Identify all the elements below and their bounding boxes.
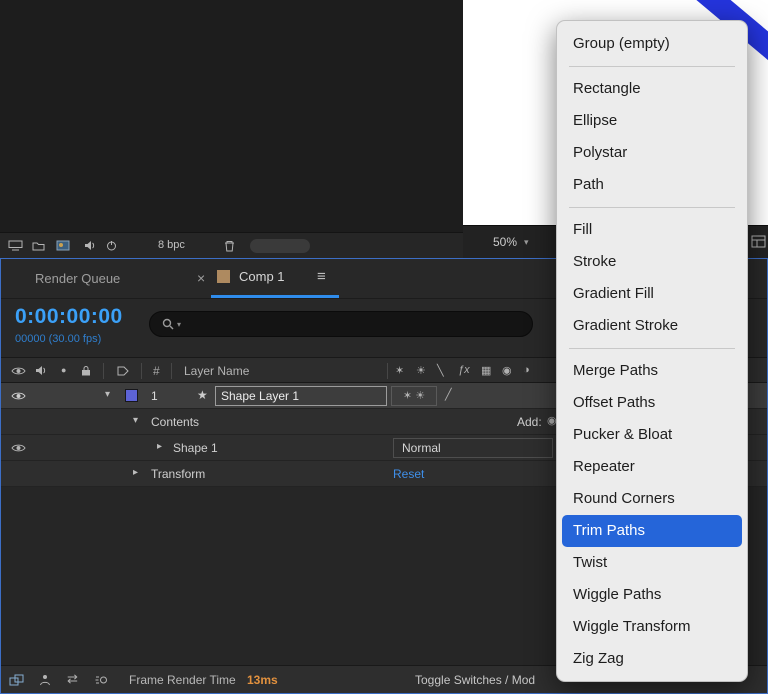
- adjustment-layer-column-icon: ▦: [481, 364, 491, 377]
- audio-icon[interactable]: [84, 240, 96, 251]
- shape-expand-chevron-icon[interactable]: ▸: [157, 441, 162, 452]
- add-label: Add:: [517, 415, 542, 429]
- transform-reset-link[interactable]: Reset: [393, 467, 424, 481]
- layer-name-column-header[interactable]: Layer Name: [184, 364, 249, 378]
- chevron-down-icon: ▾: [524, 237, 529, 248]
- fx-column-icon: ƒx: [458, 364, 470, 376]
- menu-item-offset-paths[interactable]: Offset Paths: [557, 387, 747, 419]
- menu-item-zig-zag[interactable]: Zig Zag: [557, 643, 747, 675]
- video-column-eye-icon: [11, 366, 26, 376]
- layer-color-swatch[interactable]: [125, 389, 138, 402]
- comp-label-swatch: [217, 270, 230, 283]
- after-effects-window: 8 bpc 50% ▾ Render Queue × Comp 1 ≡: [0, 0, 768, 694]
- menu-item-wiggle-transform[interactable]: Wiggle Transform: [557, 611, 747, 643]
- mini-flowchart-icon[interactable]: [9, 674, 24, 686]
- zoom-level-dropdown[interactable]: 50% ▾: [493, 235, 529, 249]
- timeline-search-field[interactable]: ▾: [149, 311, 533, 337]
- audio-column-speaker-icon: [35, 365, 47, 376]
- search-icon: [162, 318, 174, 330]
- shape-layer-star-icon: ★: [197, 388, 208, 402]
- menu-item-stroke[interactable]: Stroke: [557, 246, 747, 278]
- frame-render-time-value: 13ms: [247, 673, 278, 687]
- tab-render-queue[interactable]: Render Queue: [35, 271, 120, 286]
- bit-depth-button[interactable]: 8 bpc: [158, 239, 185, 251]
- menu-item-twist[interactable]: Twist: [557, 547, 747, 579]
- trash-icon[interactable]: [224, 240, 235, 252]
- close-tab-icon[interactable]: ×: [197, 270, 205, 286]
- menu-item-polystar[interactable]: Polystar: [557, 137, 747, 169]
- shy-layers-icon[interactable]: [39, 674, 51, 686]
- column-divider[interactable]: [171, 363, 172, 379]
- menu-item-round-corners[interactable]: Round Corners: [557, 483, 747, 515]
- transform-label: Transform: [151, 467, 205, 481]
- menu-item-group-empty[interactable]: Group (empty): [557, 28, 747, 60]
- quality-column-icon: ╲: [437, 364, 444, 377]
- label-column-tag-icon: [117, 366, 129, 376]
- menu-item-fill[interactable]: Fill: [557, 214, 747, 246]
- footage-thumbnail-icon[interactable]: [56, 240, 70, 251]
- blend-mode-dropdown[interactable]: Normal: [393, 438, 553, 458]
- contents-label: Contents: [151, 415, 199, 429]
- contents-expand-chevron-icon[interactable]: ▾: [133, 415, 138, 426]
- shy-column-icon: ✶: [395, 364, 404, 377]
- layer-switches-box[interactable]: ✶ ☀: [391, 386, 437, 406]
- in-out-columns-icon[interactable]: ⇄: [67, 671, 78, 687]
- menu-item-ellipse[interactable]: Ellipse: [557, 105, 747, 137]
- layer-expand-chevron-icon[interactable]: ▾: [105, 389, 110, 400]
- tab-comp-label: Comp 1: [239, 269, 285, 284]
- new-folder-icon[interactable]: [32, 241, 45, 251]
- active-tab-underline: [211, 295, 339, 298]
- layer-quality-icon[interactable]: ╱: [445, 388, 452, 401]
- lock-column-icon: [81, 365, 91, 376]
- layer-name-field[interactable]: Shape Layer 1: [215, 386, 387, 406]
- menu-separator: [569, 66, 735, 67]
- project-panel-toolbar: 8 bpc: [0, 232, 463, 258]
- motion-blur-icon[interactable]: [95, 674, 109, 686]
- menu-separator: [569, 348, 735, 349]
- shape-menu: Group (empty) RectangleEllipsePolystarPat…: [556, 20, 748, 682]
- layer-visibility-eye-icon[interactable]: [11, 391, 26, 401]
- zoom-level-value: 50%: [493, 235, 517, 249]
- layer-index: 1: [151, 389, 158, 403]
- frame-info-label: 00000 (30.00 fps): [15, 333, 101, 345]
- panel-menu-icon[interactable]: ≡: [317, 268, 326, 285]
- interpret-footage-icon[interactable]: [8, 240, 23, 251]
- column-divider[interactable]: [141, 363, 142, 379]
- menu-item-gradient-stroke[interactable]: Gradient Stroke: [557, 310, 747, 342]
- column-divider[interactable]: [387, 363, 388, 379]
- menu-item-merge-paths[interactable]: Merge Paths: [557, 355, 747, 387]
- solo-column-icon: ●: [61, 365, 66, 375]
- menu-item-rectangle[interactable]: Rectangle: [557, 73, 747, 105]
- current-time-display[interactable]: 0:00:00:00: [15, 305, 123, 329]
- shape-1-label: Shape 1: [173, 441, 218, 455]
- menu-item-wiggle-paths[interactable]: Wiggle Paths: [557, 579, 747, 611]
- transform-expand-chevron-icon[interactable]: ▸: [133, 467, 138, 478]
- menu-item-path[interactable]: Path: [557, 169, 747, 201]
- view-options-icon[interactable]: [751, 235, 766, 248]
- proxy-icon[interactable]: [106, 240, 117, 251]
- blend-mode-column-icon: ◑: [523, 364, 530, 376]
- toggle-switches-modes-button[interactable]: Toggle Switches / Mod: [415, 673, 535, 687]
- index-column-header: #: [153, 364, 160, 378]
- horizontal-scrollbar-thumb[interactable]: [250, 239, 310, 253]
- motion-blur-column-icon: ◉: [502, 364, 512, 377]
- menu-item-repeater[interactable]: Repeater: [557, 451, 747, 483]
- tab-comp-1[interactable]: Comp 1: [217, 269, 285, 284]
- menu-separator: [569, 207, 735, 208]
- frame-blend-column-icon: ☀: [416, 364, 426, 377]
- frame-render-time-label: Frame Render Time: [129, 673, 236, 687]
- shape-visibility-eye-icon[interactable]: [11, 443, 26, 453]
- search-chevron-icon: ▾: [177, 320, 181, 329]
- menu-item-gradient-fill[interactable]: Gradient Fill: [557, 278, 747, 310]
- menu-item-pucker-bloat[interactable]: Pucker & Bloat: [557, 419, 747, 451]
- left-viewer-panel: [0, 0, 463, 232]
- menu-item-trim-paths[interactable]: Trim Paths: [562, 515, 742, 547]
- column-divider[interactable]: [103, 363, 104, 379]
